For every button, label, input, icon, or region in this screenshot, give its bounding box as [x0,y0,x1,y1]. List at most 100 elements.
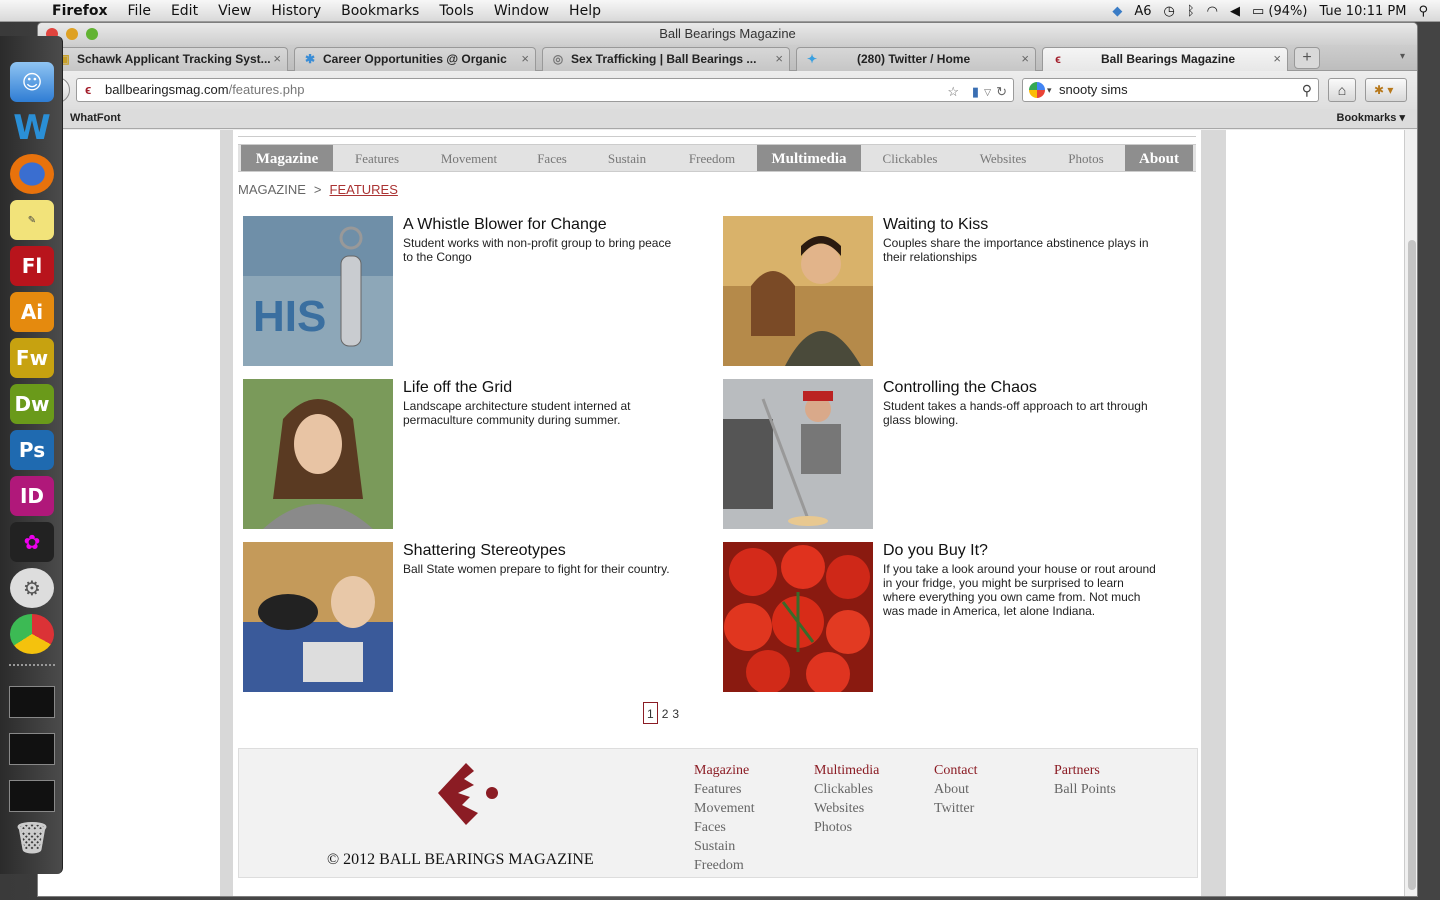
bookmark-star-icon[interactable]: ☆ [947,81,959,103]
reload-icon[interactable]: ↻ [996,81,1007,103]
menu-help[interactable]: Help [569,3,601,19]
wifi-icon[interactable]: ◠ [1207,4,1218,19]
nav-multimedia[interactable]: Multimedia [757,145,861,171]
page-link[interactable]: 3 [672,707,679,721]
article-thumbnail[interactable]: HIS [243,216,393,366]
article-title[interactable]: Life off the Grid [403,379,512,397]
color-picker-icon[interactable]: ✿ [10,522,54,562]
article-title[interactable]: Waiting to Kiss [883,216,988,234]
illustrator-icon[interactable]: Ai [10,292,54,332]
menu-file[interactable]: File [128,3,151,19]
nav-freedom[interactable]: Freedom [667,145,757,171]
footer-link[interactable]: About [934,780,978,799]
footer-link[interactable]: Websites [814,799,879,818]
search-bar[interactable]: ▾ snooty sims ⚲ [1022,78,1319,102]
volume-icon[interactable]: ◀ [1230,4,1240,19]
menu-app-name[interactable]: Firefox [52,3,108,19]
footer-link[interactable]: Clickables [814,780,879,799]
system-preferences-icon[interactable]: ⚙ [10,568,54,608]
footer-heading[interactable]: Magazine [694,761,755,780]
url-bar[interactable]: ϵ ballbearingsmag.com/features.php ☆ ▮ ▽… [76,78,1014,102]
nav-about[interactable]: About [1125,145,1193,171]
photoshop-icon[interactable]: Ps [10,430,54,470]
chrome-icon[interactable] [10,614,54,654]
article-title[interactable]: Shattering Stereotypes [403,542,566,560]
footer-link[interactable]: Freedom [694,856,755,875]
new-tab-button[interactable]: + [1294,47,1320,69]
menu-view[interactable]: View [218,3,251,19]
nav-websites[interactable]: Websites [959,145,1047,171]
extension-icon[interactable]: ▮ [972,81,979,103]
flash-icon[interactable]: Fl [10,246,54,286]
nav-photos[interactable]: Photos [1047,145,1125,171]
footer-link[interactable]: Faces [694,818,755,837]
tab-organic[interactable]: ✱ Career Opportunities @ Organic × [294,47,536,71]
finder-icon[interactable]: ☺ [10,62,54,102]
nav-sustain[interactable]: Sustain [587,145,667,171]
google-icon[interactable] [1029,82,1045,98]
tab-close-icon[interactable]: × [273,48,281,70]
footer-heading[interactable]: Contact [934,761,978,780]
minimized-window-thumbnail[interactable] [9,733,55,765]
bookmarks-menu-button[interactable]: Bookmarks ▾ [1337,109,1406,127]
footer-heading[interactable]: Partners [1054,761,1116,780]
tab-close-icon[interactable]: × [1021,48,1029,70]
tab-list-icon[interactable]: ▾ [1400,51,1405,62]
stickies-icon[interactable]: ✎ [10,200,54,240]
page-link[interactable]: 2 [662,707,669,721]
word-icon[interactable]: W [10,108,54,148]
dreamweaver-icon[interactable]: Dw [10,384,54,424]
tab-close-icon[interactable]: × [1273,48,1281,70]
menu-tools[interactable]: Tools [439,3,474,19]
menu-window[interactable]: Window [494,3,549,19]
home-button[interactable]: ⌂ [1328,78,1356,102]
footer-link[interactable]: Ball Points [1054,780,1116,799]
firefox-icon[interactable] [10,154,54,194]
footer-link[interactable]: Features [694,780,755,799]
search-icon[interactable]: ⚲ [1302,79,1312,101]
article-thumbnail[interactable] [723,216,873,366]
menu-edit[interactable]: Edit [171,3,198,19]
clock[interactable]: Tue 10:11 PM [1319,4,1406,19]
tab-sex-trafficking[interactable]: ◎ Sex Trafficking | Ball Bearings ... × [542,47,790,71]
article-thumbnail[interactable] [243,542,393,692]
tab-close-icon[interactable]: × [521,48,529,70]
spotlight-icon[interactable]: ⚲ [1418,4,1428,19]
footer-link[interactable]: Movement [694,799,755,818]
vertical-scrollbar[interactable] [1404,130,1417,896]
article-thumbnail[interactable] [723,542,873,692]
adobe-notify-icon[interactable]: A6 [1134,4,1151,19]
footer-link[interactable]: Sustain [694,837,755,856]
tab-ball-bearings[interactable]: ϵ Ball Bearings Magazine × [1042,47,1288,72]
minimize-window-button[interactable] [66,28,78,40]
footer-link[interactable]: Twitter [934,799,978,818]
addon-menu-button[interactable]: ✱ ▾ [1365,78,1407,102]
article-thumbnail[interactable] [723,379,873,529]
tab-schawk[interactable]: ▣ Schawk Applicant Tracking Syst... × [48,47,288,71]
url-dropdown-icon[interactable]: ▽ [984,81,991,103]
search-engine-dropdown-icon[interactable]: ▾ [1047,79,1052,101]
bookmark-whatfont[interactable]: WhatFont [70,109,121,127]
article-thumbnail[interactable] [243,379,393,529]
minimized-window-thumbnail[interactable] [9,686,55,718]
tab-twitter[interactable]: ✦ (280) Twitter / Home × [796,47,1036,71]
tab-close-icon[interactable]: × [775,48,783,70]
minimized-window-thumbnail[interactable] [9,780,55,812]
article-title[interactable]: Do you Buy It? [883,542,988,560]
nav-clickables[interactable]: Clickables [861,145,959,171]
nav-features[interactable]: Features [333,145,421,171]
nav-faces[interactable]: Faces [517,145,587,171]
footer-link[interactable]: Photos [814,818,879,837]
bluetooth-icon[interactable]: ᛒ [1187,4,1195,19]
footer-heading[interactable]: Multimedia [814,761,879,780]
menu-bookmarks[interactable]: Bookmarks [341,3,419,19]
indesign-icon[interactable]: ID [10,476,54,516]
trash-icon[interactable]: 🗑 [10,818,54,858]
nav-movement[interactable]: Movement [421,145,517,171]
scrollbar-thumb[interactable] [1408,240,1416,890]
breadcrumb-current[interactable]: FEATURES [330,182,398,197]
battery-icon[interactable]: ▭ (94%) [1252,4,1307,19]
page-link-current[interactable]: 1 [643,702,658,724]
breadcrumb-root[interactable]: MAGAZINE [238,182,306,197]
nav-magazine[interactable]: Magazine [241,145,333,171]
